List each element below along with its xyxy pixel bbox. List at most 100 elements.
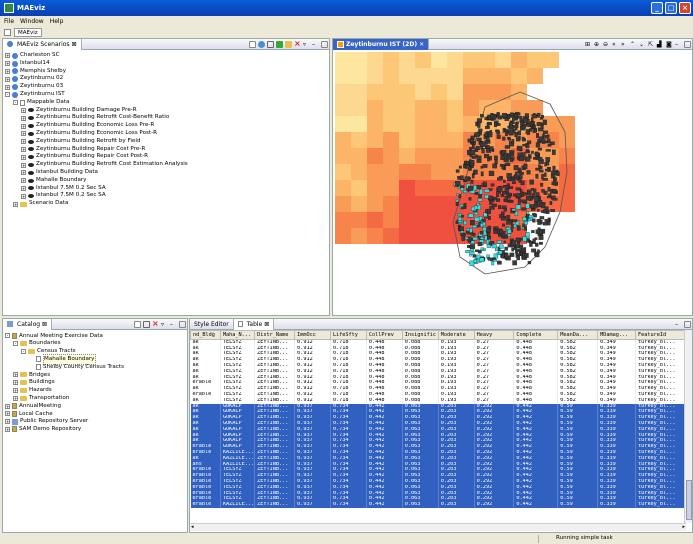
globe-add-icon[interactable] xyxy=(258,40,265,48)
building-footprint[interactable] xyxy=(503,240,506,244)
maximize-view-icon[interactable] xyxy=(684,40,691,48)
building-footprint[interactable] xyxy=(472,225,477,228)
building-footprint[interactable] xyxy=(537,156,543,161)
building-footprint[interactable] xyxy=(546,195,552,199)
building-footprint[interactable] xyxy=(469,260,475,266)
building-footprint[interactable] xyxy=(536,192,540,197)
building-footprint[interactable] xyxy=(517,198,521,204)
camera-icon[interactable]: ◙ xyxy=(666,41,673,48)
building-footprint[interactable] xyxy=(471,155,477,159)
building-footprint[interactable] xyxy=(503,153,508,159)
building-footprint[interactable] xyxy=(524,113,529,118)
menu-help[interactable]: Help xyxy=(50,18,64,25)
building-footprint[interactable] xyxy=(476,118,482,123)
column-header[interactable]: ImmOcc xyxy=(294,330,331,340)
building-footprint[interactable] xyxy=(484,194,489,199)
delete-icon[interactable]: × xyxy=(294,39,301,48)
scenario-tree[interactable]: + Charleston SC + Istanbul14 + Memphis Shelby… xyxy=(5,52,327,313)
tab-map[interactable]: Zeytinburnu IST (2D) ✕ xyxy=(333,38,430,50)
expand-toggle-icon[interactable]: + xyxy=(21,123,26,129)
building-footprint[interactable] xyxy=(526,196,531,201)
expand-toggle-icon[interactable]: + xyxy=(21,170,26,176)
tree-item[interactable]: + Mahalle Boundary xyxy=(5,177,327,185)
building-footprint[interactable] xyxy=(505,131,508,136)
building-footprint[interactable] xyxy=(526,148,530,152)
expand-toggle-icon[interactable]: + xyxy=(5,68,10,74)
building-footprint[interactable] xyxy=(479,189,483,195)
building-footprint[interactable] xyxy=(513,224,517,228)
expand-toggle-icon[interactable]: + xyxy=(5,403,10,409)
building-footprint[interactable] xyxy=(549,141,555,146)
building-footprint[interactable] xyxy=(476,158,482,163)
building-footprint[interactable] xyxy=(507,177,512,182)
building-footprint[interactable] xyxy=(539,216,545,220)
building-footprint[interactable] xyxy=(504,246,508,251)
expand-toggle-icon[interactable]: + xyxy=(5,426,10,432)
maximize-button[interactable]: □ xyxy=(665,2,677,14)
building-footprint[interactable] xyxy=(537,147,543,151)
building-footprint[interactable] xyxy=(482,181,487,187)
building-footprint[interactable] xyxy=(476,185,482,190)
expand-toggle-icon[interactable]: + xyxy=(21,178,26,184)
up-icon[interactable]: ⌃ xyxy=(630,41,637,48)
tree-item[interactable]: + Istanbul Building Data xyxy=(5,169,327,177)
building-footprint[interactable] xyxy=(542,119,547,125)
building-footprint[interactable] xyxy=(516,145,522,151)
building-footprint[interactable] xyxy=(473,212,479,215)
column-header[interactable]: MDamag... xyxy=(597,330,637,340)
expand-toggle-icon[interactable]: + xyxy=(13,380,18,386)
building-footprint[interactable] xyxy=(524,221,529,225)
run-analysis-icon[interactable] xyxy=(276,40,283,48)
building-footprint[interactable] xyxy=(516,225,521,231)
building-footprint[interactable] xyxy=(477,155,482,160)
building-footprint[interactable] xyxy=(484,117,488,120)
select-icon[interactable]: ⇱ xyxy=(648,41,655,48)
building-footprint[interactable] xyxy=(528,214,534,218)
expand-toggle-icon[interactable]: - xyxy=(5,92,10,98)
building-footprint[interactable] xyxy=(496,123,501,126)
forward-icon[interactable]: » xyxy=(621,41,628,48)
building-footprint[interactable] xyxy=(475,145,480,151)
tree-item[interactable]: + Zeytinburnu 02 xyxy=(5,75,327,83)
building-footprint[interactable] xyxy=(517,130,521,136)
building-footprint[interactable] xyxy=(538,164,541,169)
building-footprint[interactable] xyxy=(483,230,487,236)
building-footprint[interactable] xyxy=(466,230,470,234)
building-footprint[interactable] xyxy=(484,132,488,137)
building-footprint[interactable] xyxy=(545,135,550,139)
building-footprint[interactable] xyxy=(489,146,494,152)
building-footprint[interactable] xyxy=(527,261,532,265)
building-footprint[interactable] xyxy=(497,112,500,116)
building-footprint[interactable] xyxy=(546,138,551,143)
building-footprint[interactable] xyxy=(518,167,521,171)
expand-toggle-icon[interactable]: + xyxy=(21,107,26,113)
building-footprint[interactable] xyxy=(482,164,488,168)
building-footprint[interactable] xyxy=(539,241,543,245)
menu-file[interactable]: File xyxy=(4,18,14,25)
building-footprint[interactable] xyxy=(477,123,481,128)
building-footprint[interactable] xyxy=(529,179,534,185)
building-footprint[interactable] xyxy=(470,244,476,249)
building-footprint[interactable] xyxy=(504,196,509,202)
building-footprint[interactable] xyxy=(536,112,541,116)
column-header[interactable]: Maha_N... xyxy=(219,330,256,340)
building-footprint[interactable] xyxy=(522,254,526,260)
expand-toggle-icon[interactable]: + xyxy=(21,193,26,199)
building-footprint[interactable] xyxy=(494,159,498,165)
column-header[interactable]: MeanDa... xyxy=(557,330,599,340)
building-footprint[interactable] xyxy=(540,114,544,119)
building-footprint[interactable] xyxy=(458,165,462,169)
building-footprint[interactable] xyxy=(513,165,519,171)
building-footprint[interactable] xyxy=(480,141,486,147)
building-footprint[interactable] xyxy=(513,177,519,181)
building-footprint[interactable] xyxy=(542,130,548,134)
building-footprint[interactable] xyxy=(461,206,467,209)
expand-toggle-icon[interactable]: + xyxy=(13,395,18,401)
building-footprint[interactable] xyxy=(531,248,537,253)
building-footprint[interactable] xyxy=(497,260,502,265)
building-footprint[interactable] xyxy=(480,223,484,228)
building-footprint[interactable] xyxy=(512,193,516,197)
close-button[interactable]: × xyxy=(679,2,691,14)
building-footprint[interactable] xyxy=(512,129,516,134)
building-footprint[interactable] xyxy=(496,194,499,197)
